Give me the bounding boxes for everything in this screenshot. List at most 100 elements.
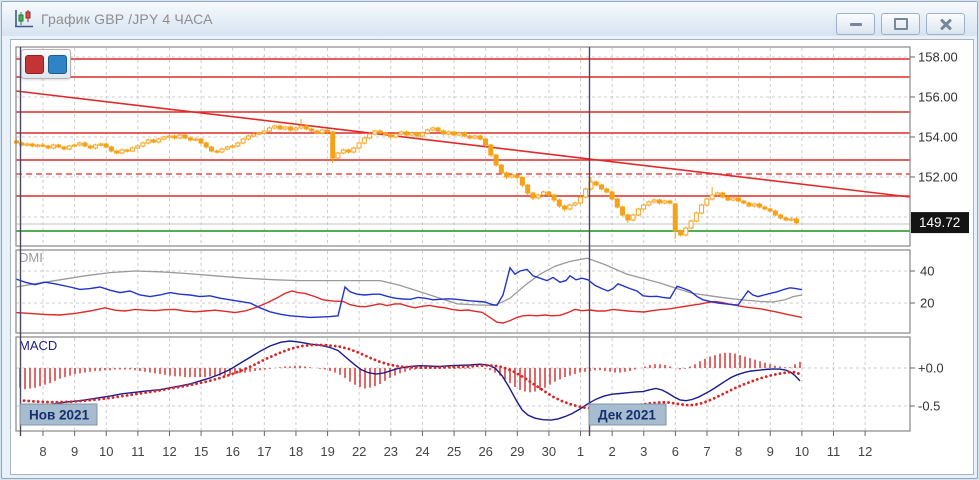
candle-body (224, 146, 230, 150)
day-axis-label: 9 (71, 444, 78, 459)
dmi-panel: DMI (15, 249, 911, 334)
candle-body (514, 174, 520, 178)
macd-axis-label: -0.5 (918, 399, 940, 414)
candle-body (388, 134, 394, 138)
candle-body (177, 134, 183, 139)
candle-body (140, 142, 146, 147)
candle-body (572, 202, 578, 206)
candle-body (630, 214, 636, 221)
macd-axis-label: +0.0 (918, 361, 944, 376)
day-axis-label: 6 (672, 444, 679, 459)
candle-body (277, 125, 283, 130)
candle-body (672, 203, 678, 232)
day-axis-label: 12 (858, 444, 872, 459)
candle-body (656, 199, 662, 204)
day-axis-label: 15 (194, 444, 208, 459)
candle-body (488, 144, 494, 156)
candle-body (187, 137, 193, 141)
candle-body (346, 149, 352, 153)
candle-body (77, 142, 83, 146)
candle-body (219, 148, 225, 153)
candle-body (166, 135, 172, 138)
candle-body (361, 137, 367, 144)
red-tool-button[interactable] (25, 54, 44, 74)
candle-body (699, 204, 705, 214)
candle-body (119, 149, 125, 154)
candle-body (330, 131, 336, 159)
candle-body (135, 145, 141, 149)
candle-body (56, 144, 62, 148)
day-axis-label: 9 (767, 444, 774, 459)
day-axis-label: 11 (131, 444, 145, 459)
candle-body (451, 131, 457, 136)
candle-body (788, 218, 794, 221)
candle-body (156, 138, 162, 143)
candle-body (651, 199, 657, 203)
candle-body (198, 138, 204, 144)
candle-body (266, 127, 272, 132)
desktop: { "window": { "title": "График GBP /JPY … (0, 0, 979, 480)
candle-body (461, 132, 467, 137)
candle-body (641, 204, 647, 210)
candle-body (87, 145, 93, 149)
candle-body (614, 198, 620, 208)
day-axis-label: 11 (827, 444, 841, 459)
candle-body (230, 145, 236, 148)
candle-body (256, 132, 262, 135)
candle-body (309, 128, 315, 132)
candle-body (409, 132, 415, 136)
candle-body (419, 132, 425, 137)
candle-body (762, 206, 768, 210)
day-axis-label: 16 (225, 444, 239, 459)
day-axis-label: 26 (478, 444, 492, 459)
candle-body (61, 146, 67, 150)
candle-body (430, 127, 436, 131)
candle-body (593, 181, 599, 186)
candle-body (635, 208, 641, 216)
candle-body (498, 164, 504, 174)
candle-body (646, 201, 652, 206)
price-panel (14, 46, 911, 247)
macd-panel: MACD (15, 336, 911, 432)
candle-body (214, 150, 220, 153)
candle-body (725, 196, 731, 201)
candle-body (103, 143, 109, 148)
candle-body (114, 150, 120, 154)
blue-tool-button[interactable] (48, 54, 67, 74)
candle-body (382, 132, 388, 136)
candle-body (720, 192, 726, 198)
candle-body (477, 135, 483, 140)
day-axis-label: 22 (352, 444, 366, 459)
candle-body (509, 174, 515, 178)
candle-body (414, 132, 420, 137)
price-axis-label: 158.00 (918, 50, 958, 65)
month-label: Нов 2021 (29, 408, 90, 423)
day-axis-label: 18 (289, 444, 303, 459)
candle-body (730, 197, 736, 201)
candle-body (693, 212, 699, 222)
candle-body (751, 203, 757, 207)
candle-body (767, 208, 773, 212)
candle-body (757, 203, 763, 208)
candle-body (151, 139, 157, 143)
candle-body (525, 184, 531, 194)
candle-body (704, 198, 710, 206)
candle-body (714, 192, 720, 196)
candle-body (24, 143, 30, 146)
candle-body (303, 125, 309, 130)
candle-body (741, 200, 747, 204)
candle-body (772, 210, 778, 216)
candle-body (161, 136, 167, 140)
macd-panel-bg (16, 337, 910, 431)
candle-body (583, 188, 589, 198)
candle-body (604, 188, 610, 193)
candle-body (562, 205, 568, 210)
candle-body (298, 125, 304, 129)
candle-body (519, 176, 525, 186)
price-axis-label: 154.00 (918, 130, 958, 145)
candle-body (425, 129, 431, 134)
candle-body (45, 145, 51, 149)
candle-body (546, 191, 552, 196)
candle-body (577, 196, 583, 204)
candle-body (467, 135, 473, 139)
